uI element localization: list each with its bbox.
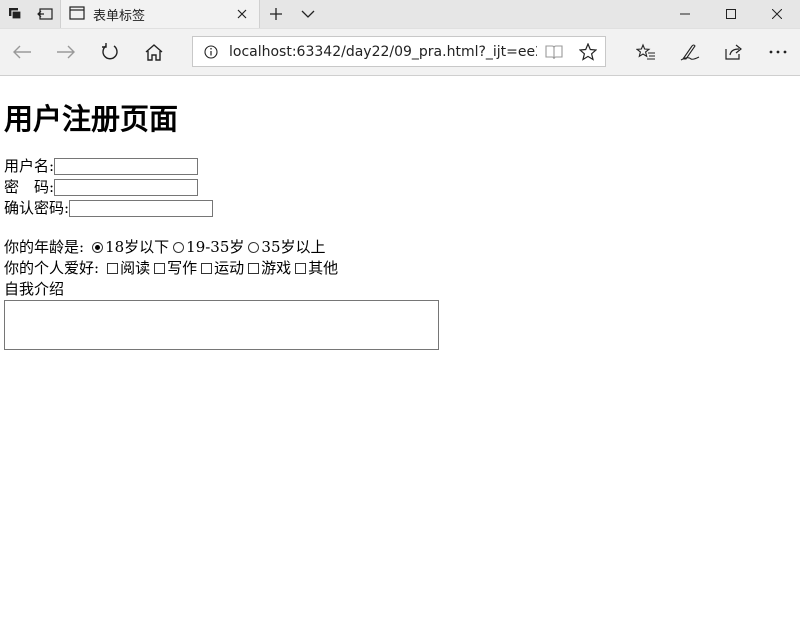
hobby-row: 你的个人爱好: 阅读 写作 运动 游戏 其他 (4, 258, 796, 279)
tab-close-icon[interactable] (233, 5, 251, 23)
radio-button[interactable] (248, 242, 260, 253)
radio-button[interactable] (92, 242, 104, 253)
toolbar-right (624, 29, 800, 75)
favorite-star-icon[interactable] (571, 37, 605, 66)
username-row: 用户名: (4, 156, 796, 177)
checkbox[interactable] (201, 263, 213, 274)
hobby-option-reading[interactable]: 阅读 (107, 258, 150, 279)
confirm-password-label: 确认密码: (4, 199, 70, 217)
pen-notes-icon[interactable] (668, 29, 712, 75)
intro-label-row: 自我介绍 (4, 279, 796, 300)
tab-actions-icon[interactable] (0, 0, 30, 28)
radio-button[interactable] (173, 242, 185, 253)
maximize-icon[interactable] (708, 0, 754, 28)
checkbox[interactable] (248, 263, 260, 274)
confirm-password-row: 确认密码: (4, 198, 796, 219)
hobby-option-sports[interactable]: 运动 (201, 258, 244, 279)
age-option-over-35[interactable]: 35岁以上 (248, 237, 326, 258)
intro-label: 自我介绍 (4, 280, 65, 298)
password-input[interactable] (54, 179, 199, 196)
title-bar: 表单标签 (0, 0, 800, 29)
checkbox[interactable] (154, 263, 166, 274)
age-row: 你的年龄是: 18岁以下 19-35岁 35岁以上 (4, 237, 796, 258)
back-arrow-icon[interactable] (0, 29, 44, 75)
share-icon[interactable] (712, 29, 756, 75)
new-tab-icon[interactable] (260, 0, 292, 28)
address-bar[interactable]: localhost:63342/day22/09_pra.html?_ijt=e… (192, 36, 606, 67)
hobby-option-other[interactable]: 其他 (295, 258, 338, 279)
page-content: 用户注册页面 用户名: 密 码: 确认密码: 你的年龄是: 18岁以下 19-3… (0, 100, 800, 350)
more-options-icon[interactable] (756, 29, 800, 75)
intro-textarea[interactable] (4, 300, 439, 350)
url-text[interactable]: localhost:63342/day22/09_pra.html?_ijt=e… (229, 44, 537, 60)
page-icon (69, 5, 85, 24)
age-label: 你的年龄是: (4, 238, 85, 256)
forward-arrow-icon[interactable] (44, 29, 88, 75)
reading-view-icon[interactable] (537, 37, 571, 66)
minimize-icon[interactable] (662, 0, 708, 28)
hobby-label: 你的个人爱好: (4, 259, 100, 277)
hobby-option-games[interactable]: 游戏 (248, 258, 291, 279)
home-icon[interactable] (132, 29, 176, 75)
username-label: 用户名: (4, 157, 55, 175)
tab-title: 表单标签 (93, 8, 146, 24)
checkbox[interactable] (107, 263, 119, 274)
checkbox[interactable] (295, 263, 307, 274)
refresh-icon[interactable] (88, 29, 132, 75)
age-option-19-35[interactable]: 19-35岁 (173, 237, 244, 258)
hobby-option-writing[interactable]: 写作 (154, 258, 197, 279)
chevron-down-icon[interactable] (292, 0, 324, 28)
navigation-bar: localhost:63342/day22/09_pra.html?_ijt=e… (0, 29, 800, 76)
browser-tab[interactable]: 表单标签 (60, 0, 260, 28)
confirm-password-input[interactable] (69, 200, 214, 217)
password-label: 密 码: (4, 178, 55, 196)
favorites-hub-icon[interactable] (624, 29, 668, 75)
set-tabs-aside-icon[interactable] (30, 0, 60, 28)
site-info-icon[interactable] (193, 44, 229, 59)
age-option-under-18[interactable]: 18岁以下 (92, 237, 169, 258)
close-window-icon[interactable] (754, 0, 800, 28)
password-row: 密 码: (4, 177, 796, 198)
page-title: 用户注册页面 (4, 102, 179, 136)
username-input[interactable] (54, 158, 199, 175)
window-controls (662, 0, 800, 28)
